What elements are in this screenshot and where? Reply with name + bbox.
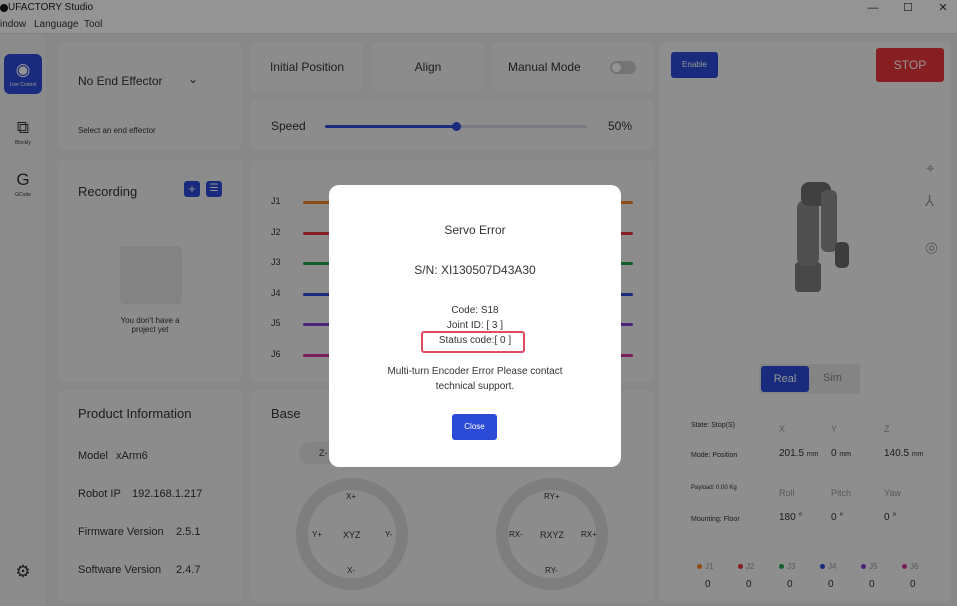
status-code: Status code:[ 0 ] [438,335,512,346]
error-message-line1: Multi-turn Encoder Error Please contact [387,366,563,377]
serial-label: S/N: [414,263,438,277]
servo-error-dialog: Servo Error S/N: XI130507D43A30 Code: S1… [329,185,621,467]
error-code: Code: S18 [451,305,499,316]
close-button[interactable]: Close [452,414,497,440]
serial-number: XI130507D43A30 [440,263,536,277]
error-message-line2: technical support. [435,381,515,392]
joint-id: Joint ID: [ 3 ] [446,320,504,331]
dialog-title: Servo Error [444,223,506,237]
